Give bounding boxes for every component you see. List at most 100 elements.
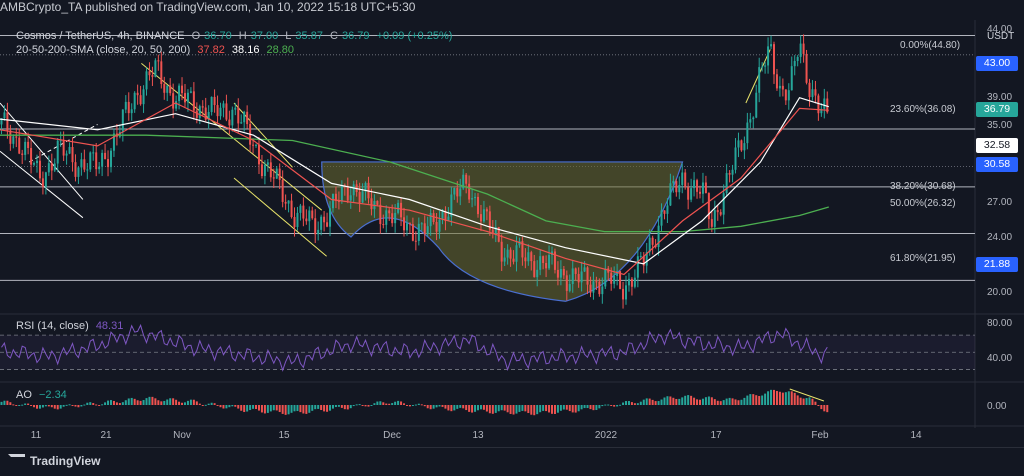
ao-bar xyxy=(485,405,488,412)
candle xyxy=(234,107,237,110)
ao-legend[interactable]: AO −2.34 xyxy=(16,389,71,401)
candle xyxy=(71,147,74,163)
candle xyxy=(35,160,38,164)
ao-bar xyxy=(633,403,636,405)
ao-bar xyxy=(820,405,823,410)
ao-bar xyxy=(456,405,459,409)
candle xyxy=(625,285,628,300)
price-axis-label: 24.00 xyxy=(987,232,1013,243)
rsi-legend[interactable]: RSI (14, close) 48.31 xyxy=(16,320,127,332)
price-axis-label: 35.00 xyxy=(987,120,1013,131)
ao-bar xyxy=(293,405,296,412)
candle xyxy=(441,211,444,220)
ao-bar xyxy=(263,405,266,414)
candle xyxy=(790,66,793,91)
candle xyxy=(503,257,506,262)
candle xyxy=(379,204,382,225)
ao-bar xyxy=(56,405,59,410)
ao-bar xyxy=(44,405,47,407)
candle xyxy=(109,150,112,168)
ao-bar xyxy=(598,405,601,409)
ao-bar xyxy=(98,405,101,406)
candle xyxy=(320,216,323,230)
ao-bar xyxy=(551,405,554,414)
candle xyxy=(225,103,228,120)
ao-bar xyxy=(651,399,654,405)
symbol-label[interactable]: Cosmos / TetherUS, 4h, BINANCE xyxy=(16,30,185,42)
ao-bar xyxy=(423,405,426,407)
candle xyxy=(684,172,687,187)
candle xyxy=(545,263,548,269)
ao-bar xyxy=(195,401,198,405)
ao-bar xyxy=(198,403,201,405)
ao-bar xyxy=(385,403,388,405)
rsi-value: 48.31 xyxy=(95,320,124,332)
ao-bar xyxy=(713,399,716,405)
candle xyxy=(222,103,225,108)
ao-bar xyxy=(826,405,829,413)
ao-bar xyxy=(249,405,252,411)
ao-bar xyxy=(814,401,817,405)
candle xyxy=(326,222,329,227)
ao-bar xyxy=(145,398,148,405)
candle xyxy=(3,112,6,119)
candle xyxy=(86,169,89,171)
candle xyxy=(305,218,308,222)
ao-bar xyxy=(450,405,453,412)
ao-bar xyxy=(323,405,326,412)
ao-bar xyxy=(231,405,234,407)
ao-bar xyxy=(358,404,361,406)
ao-bar xyxy=(684,395,687,405)
ao-bar xyxy=(189,399,192,405)
candle xyxy=(370,198,373,210)
ao-bar xyxy=(237,405,240,409)
candle xyxy=(598,281,601,295)
tradingview-logo[interactable]: TradingView xyxy=(8,454,100,468)
candle xyxy=(719,212,722,215)
candle xyxy=(559,269,562,278)
ao-bar xyxy=(296,405,299,412)
candle xyxy=(136,92,139,96)
ao-bar xyxy=(542,405,545,411)
ao-bar xyxy=(669,396,672,405)
candle xyxy=(30,148,33,165)
candle xyxy=(275,168,278,179)
price-chart[interactable] xyxy=(0,0,1024,475)
ao-bar xyxy=(607,404,610,406)
ao-bar xyxy=(364,405,367,407)
candle xyxy=(382,224,385,226)
ao-bar xyxy=(710,397,713,405)
rsi-axis-label: 80.00 xyxy=(987,318,1013,329)
candle xyxy=(151,75,154,77)
candle xyxy=(595,281,598,283)
candle xyxy=(731,169,734,175)
sma-legend[interactable]: 20-50-200-SMA (close, 20, 50, 200) 37.82… xyxy=(16,44,298,56)
x-tick: 13 xyxy=(472,430,484,441)
ao-bar xyxy=(255,405,258,410)
rsi-label: RSI (14, close) xyxy=(16,320,89,332)
candle xyxy=(163,83,166,93)
candle xyxy=(290,200,293,218)
ao-bar xyxy=(565,405,568,410)
ao-bar xyxy=(462,405,465,409)
candle xyxy=(414,240,417,242)
candle xyxy=(651,237,654,245)
ao-bar xyxy=(497,405,500,412)
ao-bar xyxy=(687,395,690,405)
ao-bar xyxy=(746,395,749,405)
candle xyxy=(255,144,258,146)
candle xyxy=(44,172,47,187)
ao-bar xyxy=(568,405,571,412)
candle xyxy=(231,109,234,126)
ao-bar xyxy=(12,404,15,406)
candle xyxy=(80,159,83,168)
candle xyxy=(639,255,642,257)
ao-bar xyxy=(281,405,284,414)
candle xyxy=(524,257,527,262)
candle xyxy=(376,200,379,205)
candle xyxy=(329,208,332,227)
candle xyxy=(92,152,95,154)
candle xyxy=(15,136,18,138)
ao-bar xyxy=(657,401,660,405)
candle xyxy=(571,268,574,284)
